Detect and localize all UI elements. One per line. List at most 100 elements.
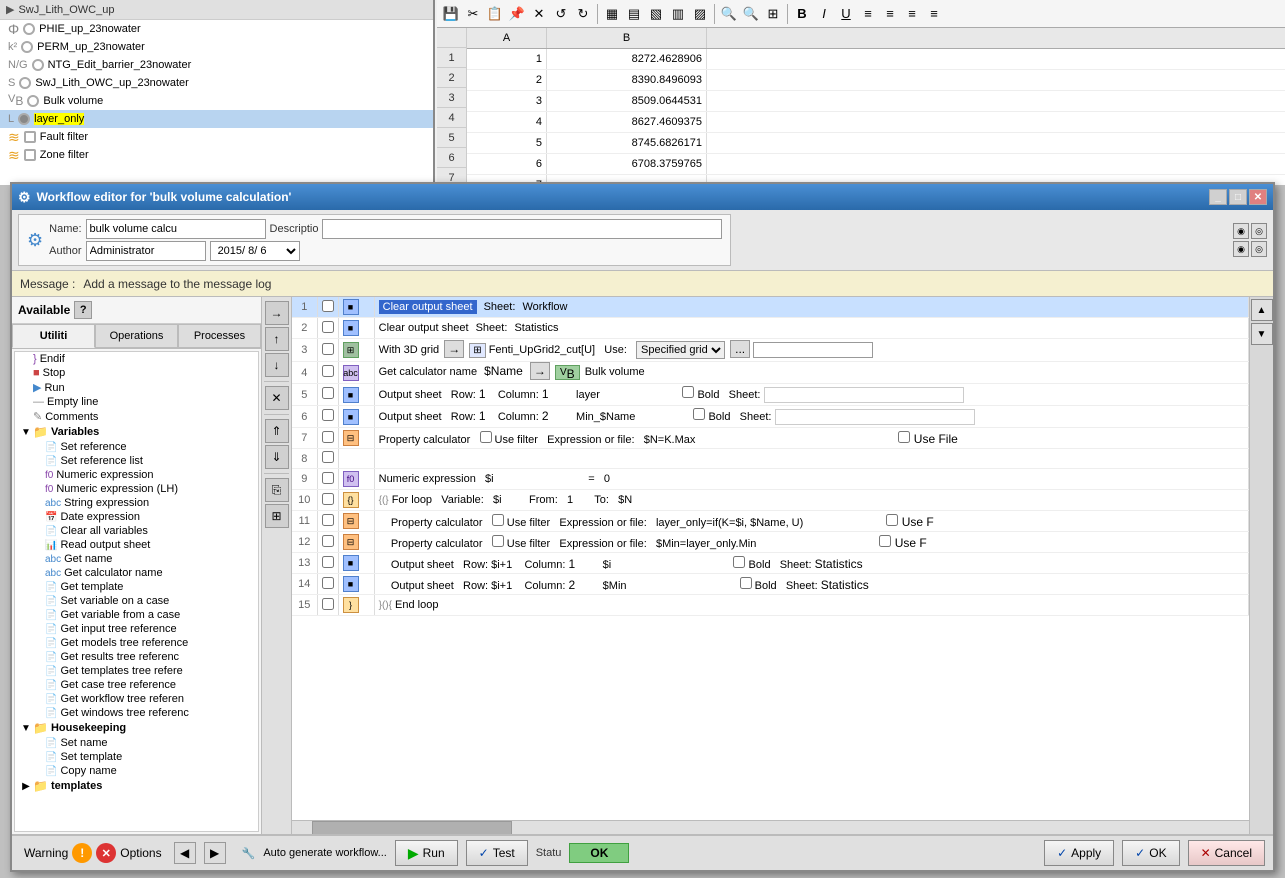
test-button[interactable]: ✓ Test [466, 840, 528, 866]
auto-generate-text[interactable]: Auto generate workflow... [263, 847, 387, 859]
tree-node-getcasetree[interactable]: 📄 Get case tree reference [15, 678, 258, 692]
step-check-7[interactable] [317, 428, 338, 449]
tree-node-stop[interactable]: ■ Stop [15, 366, 258, 380]
step-check-15[interactable] [317, 595, 338, 616]
step-check-9[interactable] [317, 469, 338, 490]
tree-node-getinputtree[interactable]: 📄 Get input tree reference [15, 622, 258, 636]
use-file-11[interactable] [886, 514, 898, 526]
help-button[interactable]: ? [74, 301, 92, 319]
tree-node-numexprlh[interactable]: f0 Numeric expression (LH) [15, 482, 258, 496]
close-button[interactable]: ✕ [1249, 189, 1267, 205]
tab-utiliti[interactable]: Utiliti [12, 324, 95, 348]
tree-node-comments[interactable]: ✎ Comments [15, 409, 258, 424]
step-content-14[interactable]: Output sheet Row: $i+1 Column: 2 $Min Bo… [374, 574, 1248, 595]
step-content-11[interactable]: Property calculator Use filter Expressio… [374, 511, 1248, 532]
workflow-step-3[interactable]: 3 ⊞ With 3D grid → ⊞ Fenti_UpGrid2_cut[U… [292, 339, 1249, 362]
step-check-2[interactable] [317, 318, 338, 339]
workflow-step-10[interactable]: 10 {} {(} For loop Variable: $i From: 1 … [292, 490, 1249, 511]
tree-node-getcalcname[interactable]: abc Get calculator name [15, 566, 258, 580]
tree-node-endif[interactable]: } Endif [15, 352, 258, 366]
copy-step-button[interactable]: ⎘ [265, 478, 289, 502]
grid5-icon[interactable]: ▨ [690, 4, 710, 24]
date-select[interactable]: 2015/ 8/ 6 [210, 241, 300, 261]
step-content-15[interactable]: }(){ End loop [374, 595, 1248, 616]
step-check-10[interactable] [317, 490, 338, 511]
grid3-icon[interactable]: ▧ [646, 4, 666, 24]
workflow-step-11[interactable]: 11 ⊟ Property calculator Use filter Expr… [292, 511, 1249, 532]
name-input[interactable] [86, 219, 266, 239]
move-bottom-button[interactable]: ⇓ [265, 445, 289, 469]
tree-node-housekeeping[interactable]: ▼ 📁 Housekeeping [15, 720, 258, 736]
zoom-fit-icon[interactable]: ⊞ [763, 4, 783, 24]
workflow-step-12[interactable]: 12 ⊟ Property calculator Use filter Expr… [292, 532, 1249, 553]
tree-node-copyname[interactable]: 📄 Copy name [15, 764, 258, 778]
run-button[interactable]: ▶ Run [395, 840, 458, 866]
delete-step-button[interactable]: ✕ [265, 386, 289, 410]
step-content-9[interactable]: Numeric expression $i = 0 [374, 469, 1248, 490]
align-center-icon[interactable]: ≡ [880, 4, 900, 24]
step-check-13[interactable] [317, 553, 338, 574]
step-check-12[interactable] [317, 532, 338, 553]
workflow-step-5[interactable]: 5 ■ Output sheet Row: 1 Column: 1 layer … [292, 384, 1249, 406]
bold-check-6[interactable] [693, 408, 705, 420]
tree-node-gettemplate[interactable]: 📄 Get template [15, 580, 258, 594]
zoom-out-icon[interactable]: 🔍 [741, 4, 761, 24]
sidebar-btn-1[interactable]: ▲ [1251, 299, 1273, 321]
grid-icon[interactable]: ▦ [602, 4, 622, 24]
minimize-button[interactable]: _ [1209, 189, 1227, 205]
step-check-5[interactable] [317, 384, 338, 406]
housekeeping-toggle[interactable]: ▼ [19, 721, 33, 735]
tree-phi[interactable]: Φ PHIE_up_23nowater [0, 20, 433, 38]
move-up-button[interactable]: ↑ [265, 327, 289, 351]
step-check-6[interactable] [317, 406, 338, 428]
cut-icon[interactable]: ✂ [463, 4, 483, 24]
italic-icon[interactable]: I [814, 4, 834, 24]
step-check-1[interactable] [317, 297, 338, 318]
cancel-button[interactable]: ✕ Cancel [1188, 840, 1265, 866]
grid-toggle-2[interactable]: ◎ [1251, 223, 1267, 239]
paste-step-button[interactable]: ⊞ [265, 504, 289, 528]
sidebar-btn-2[interactable]: ▼ [1251, 323, 1273, 345]
tree-node-getresultstree[interactable]: 📄 Get results tree referenc [15, 650, 258, 664]
move-down-button[interactable]: ↓ [265, 353, 289, 377]
tree-node-gettemplatestree[interactable]: 📄 Get templates tree refere [15, 664, 258, 678]
use-filter-7[interactable] [480, 431, 492, 443]
tree-node-getworkflowtree[interactable]: 📄 Get workflow tree referen [15, 692, 258, 706]
bold-icon[interactable]: B [792, 4, 812, 24]
grid-arrow-btn[interactable]: → [444, 340, 464, 358]
workflow-step-14[interactable]: 14 ■ Output sheet Row: $i+1 Column: 2 $M… [292, 574, 1249, 595]
maximize-button[interactable]: □ [1229, 189, 1247, 205]
tree-fault[interactable]: ≋ Fault filter [0, 128, 433, 146]
variables-toggle[interactable]: ▼ [19, 425, 33, 439]
data-row-6[interactable]: 6 6708.3759765 [467, 154, 1285, 175]
align-left-icon[interactable]: ≡ [858, 4, 878, 24]
bold-check-5[interactable] [682, 386, 694, 398]
tree-bulk[interactable]: VB Bulk volume [0, 92, 433, 110]
tree-node-run[interactable]: ▶ Run [15, 380, 258, 395]
horizontal-scrollbar[interactable] [292, 820, 1249, 834]
data-row-5[interactable]: 5 8745.6826171 [467, 133, 1285, 154]
step-content-5[interactable]: Output sheet Row: 1 Column: 1 layer Bold… [374, 384, 1248, 406]
tree-node-clearvars[interactable]: 📄 Clear all variables [15, 524, 258, 538]
tree-node-emptyline[interactable]: — Empty line [15, 395, 258, 409]
add-step-button[interactable]: → [265, 301, 289, 325]
use-filter-12[interactable] [492, 535, 504, 547]
use-file-7[interactable] [898, 431, 910, 443]
tree-node-numexpr[interactable]: f0 Numeric expression [15, 468, 258, 482]
tree-node-setvarcase[interactable]: 📄 Set variable on a case [15, 594, 258, 608]
workflow-step-13[interactable]: 13 ■ Output sheet Row: $i+1 Column: 1 $i… [292, 553, 1249, 574]
tree-node-getwindowstree[interactable]: 📄 Get windows tree referenc [15, 706, 258, 720]
workflow-step-9[interactable]: 9 f0 Numeric expression $i = 0 [292, 469, 1249, 490]
tab-processes[interactable]: Processes [178, 324, 261, 348]
workflow-step-15[interactable]: 15 } }(){ End loop [292, 595, 1249, 616]
description-input[interactable] [322, 219, 722, 239]
tree-layer[interactable]: L layer_only [0, 110, 433, 128]
data-row-2[interactable]: 2 8390.8496093 [467, 70, 1285, 91]
calc-arrow-btn[interactable]: → [530, 362, 550, 380]
grid-toggle-1[interactable]: ◉ [1233, 223, 1249, 239]
step-check-11[interactable] [317, 511, 338, 532]
data-row-1[interactable]: 1 8272.4628906 [467, 49, 1285, 70]
underline-icon[interactable]: U [836, 4, 856, 24]
tree-node-variables[interactable]: ▼ 📁 Variables [15, 424, 258, 440]
tree-zone[interactable]: ≋ Zone filter [0, 146, 433, 164]
